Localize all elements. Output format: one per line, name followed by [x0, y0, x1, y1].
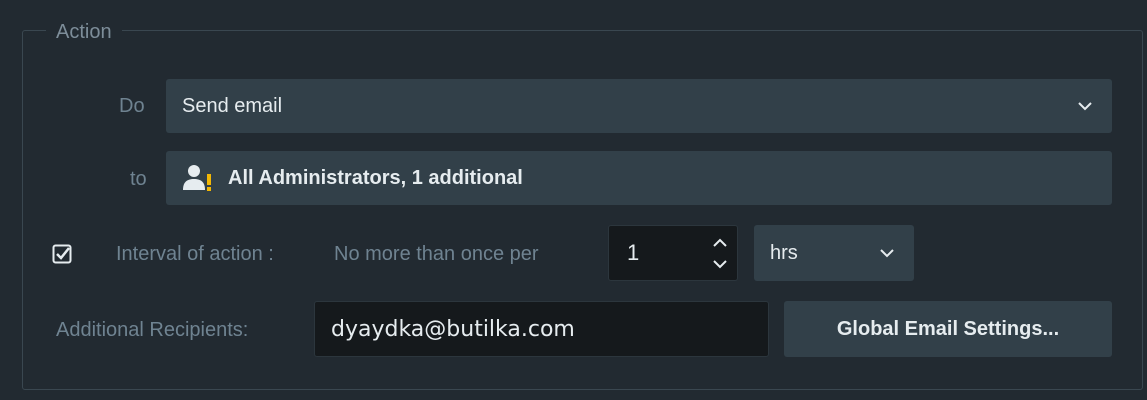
global-email-settings-button[interactable]: Global Email Settings... [784, 301, 1112, 357]
recipients-value: All Administrators, 1 additional [228, 166, 523, 189]
additional-recipients-label: Additional Recipients: [56, 319, 249, 341]
interval-stepper[interactable]: 1 [608, 225, 738, 281]
interval-prefix: No more than once per [334, 243, 539, 265]
interval-label: Interval of action : [116, 243, 274, 265]
action-group-title: Action [46, 18, 122, 46]
action-type-select[interactable]: Send email [166, 79, 1112, 133]
action-type-value: Send email [182, 94, 283, 117]
additional-recipients-input[interactable] [314, 301, 769, 357]
chevron-down-icon[interactable] [709, 253, 731, 275]
chevron-up-icon[interactable] [709, 231, 731, 253]
interval-unit-value: hrs [770, 241, 798, 264]
interval-unit-select[interactable]: hrs [754, 225, 914, 281]
to-label: to [130, 168, 147, 190]
stepper-buttons [703, 226, 737, 280]
chevron-down-icon [876, 242, 898, 264]
users-warning-icon [182, 164, 216, 192]
chevron-down-icon [1074, 95, 1096, 117]
recipients-field[interactable]: All Administrators, 1 additional [166, 151, 1112, 205]
interval-checkbox[interactable] [52, 244, 72, 264]
do-label: Do [119, 95, 145, 117]
interval-value: 1 [627, 240, 640, 265]
